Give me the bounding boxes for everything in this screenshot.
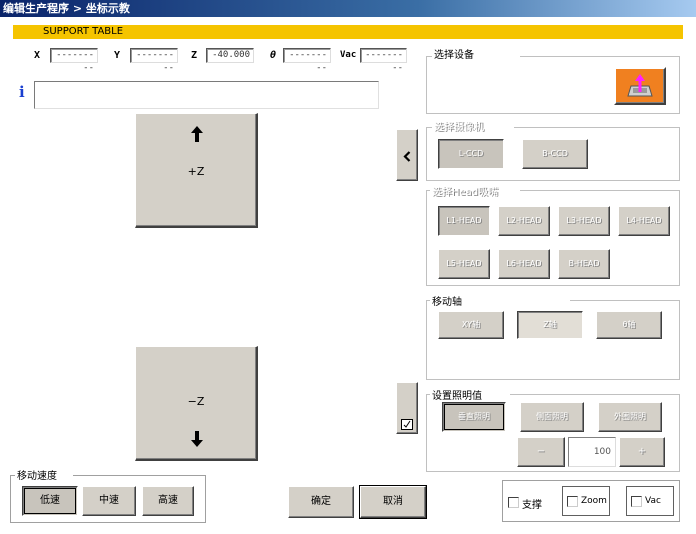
jog-down-button[interactable]: −Z xyxy=(135,346,258,461)
device-select-button[interactable] xyxy=(614,67,666,105)
device-group-title: 选择设备 xyxy=(432,46,520,61)
light-vertical-button[interactable]: 垂直照明 xyxy=(442,402,506,432)
head-l2-button[interactable]: L2-HEAD xyxy=(498,206,550,236)
window-title: 编辑生产程序 > 坐标示教 xyxy=(0,0,696,17)
collapse-panel-button[interactable] xyxy=(396,129,418,181)
expand-panel-button[interactable] xyxy=(396,382,418,434)
speed-mid-button[interactable]: 中速 xyxy=(82,486,136,516)
head-group-title: 选择Head吸嘴 xyxy=(430,183,520,198)
lighting-group-title: 设置照明值 xyxy=(430,387,510,402)
jog-down-label: −Z xyxy=(187,395,205,408)
z-axis-label: Z xyxy=(191,50,198,61)
support-option[interactable]: 支撑 xyxy=(506,488,552,516)
light-decrease-button[interactable]: − xyxy=(517,437,565,467)
head-l3-button[interactable]: L3-HEAD xyxy=(558,206,610,236)
head-l1-button[interactable]: L1-HEAD xyxy=(438,206,490,236)
light-increase-button[interactable]: + xyxy=(619,437,665,467)
x-coord-field: --------- xyxy=(50,48,98,73)
info-message-field xyxy=(34,81,379,109)
head-l4-button[interactable]: L4-HEAD xyxy=(618,206,670,236)
check-window-icon xyxy=(401,419,413,430)
speed-low-button[interactable]: 低速 xyxy=(22,486,78,516)
axis-xy-button[interactable]: XY轴 xyxy=(438,311,504,339)
speed-group-title: 移动速度 xyxy=(15,467,73,482)
zoom-checkbox[interactable] xyxy=(567,496,578,507)
zoom-option[interactable]: Zoom xyxy=(562,486,610,516)
head-b-button[interactable]: B-HEAD xyxy=(558,249,610,279)
y-axis-label: Y xyxy=(114,50,121,61)
support-checkbox[interactable] xyxy=(508,497,519,508)
light-side-button[interactable]: 侧面照明 xyxy=(520,402,584,432)
vac-field: --------- xyxy=(360,48,407,73)
arrow-down-icon xyxy=(191,431,203,447)
cancel-button[interactable]: 取消 xyxy=(359,485,427,519)
axis-theta-button[interactable]: θ轴 xyxy=(596,311,662,339)
axis-z-button[interactable]: Z轴 xyxy=(517,311,583,339)
head-l6-button[interactable]: L6-HEAD xyxy=(498,249,550,279)
head-l5-button[interactable]: L5-HEAD xyxy=(438,249,490,279)
camera-b-ccd-button[interactable]: B-CCD xyxy=(522,139,588,169)
support-table-banner: SUPPORT TABLE xyxy=(13,25,683,39)
vac-label: Vac xyxy=(340,50,357,60)
arrow-up-icon xyxy=(191,126,203,142)
light-outer-button[interactable]: 外围照明 xyxy=(598,402,662,432)
y-coord-field: --------- xyxy=(130,48,178,73)
light-value-field[interactable]: 100 xyxy=(568,437,616,467)
z-coord-field: -40.000 xyxy=(206,48,254,63)
x-axis-label: X xyxy=(34,50,41,61)
jog-up-label: +Z xyxy=(187,165,205,178)
ok-button[interactable]: 确定 xyxy=(288,486,354,518)
device-stage-icon xyxy=(627,74,653,97)
vac-option[interactable]: Vac xyxy=(626,486,674,516)
speed-high-button[interactable]: 高速 xyxy=(142,486,194,516)
camera-l-ccd-button[interactable]: L-CCD xyxy=(438,139,504,169)
info-icon: i xyxy=(19,83,25,101)
jog-up-button[interactable]: +Z xyxy=(135,113,258,228)
support-checkbox-label: 支撑 xyxy=(522,500,542,511)
chevron-left-icon xyxy=(403,151,411,162)
zoom-checkbox-label: Zoom xyxy=(581,496,607,506)
vac-checkbox-label: Vac xyxy=(645,496,661,506)
move-axis-group-title: 移动轴 xyxy=(430,293,570,308)
theta-coord-field: --------- xyxy=(283,48,331,73)
camera-group-title: 选择摄像机 xyxy=(432,118,514,133)
theta-axis-label: θ xyxy=(270,50,277,61)
vac-checkbox[interactable] xyxy=(631,496,642,507)
